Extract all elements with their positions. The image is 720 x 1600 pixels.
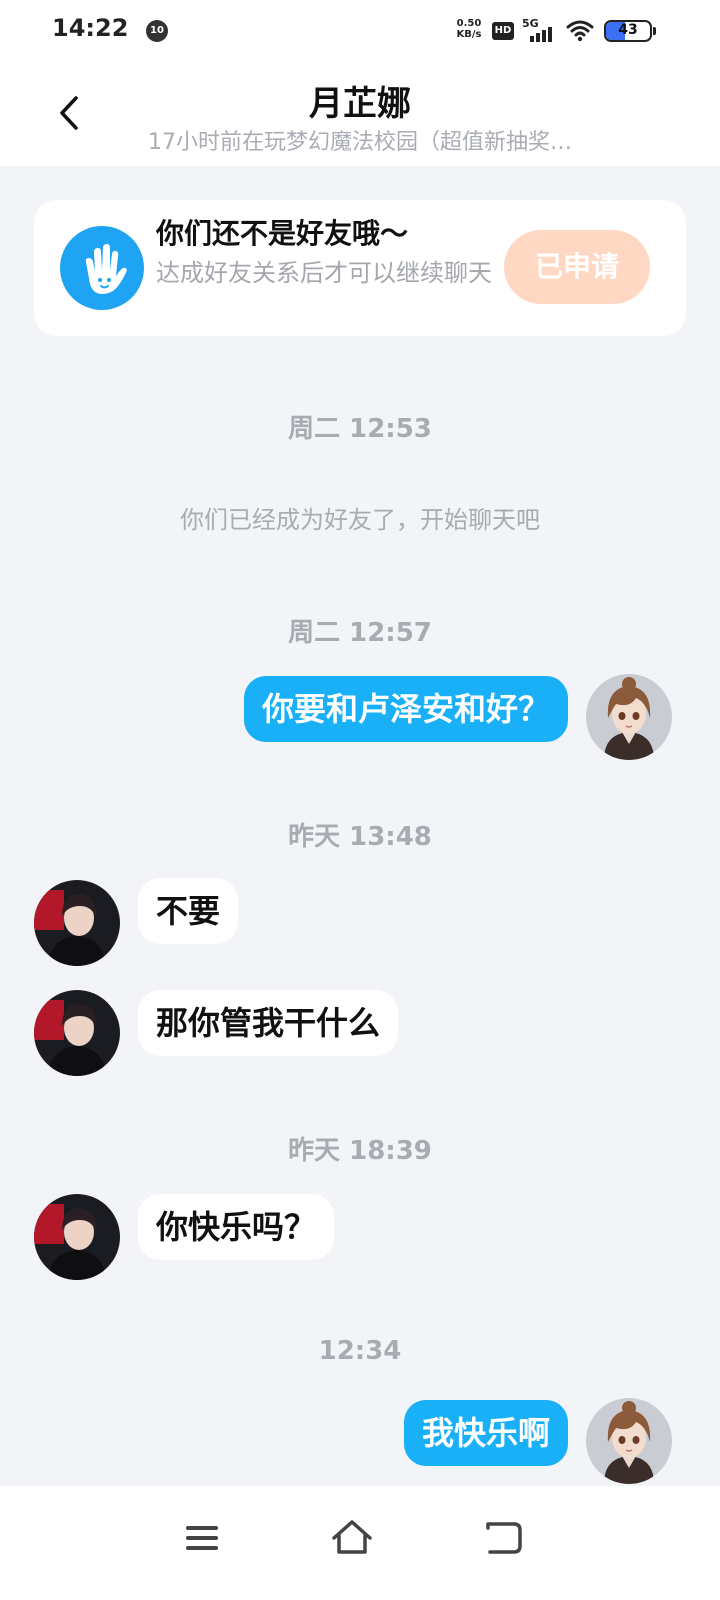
menu-icon[interactable] [172,1508,232,1568]
incoming-message-bubble[interactable]: 你快乐吗？ [138,1194,335,1260]
home-icon[interactable] [322,1508,382,1568]
message-timestamp: 昨天 18:39 [288,1136,432,1166]
outgoing-message-bubble[interactable]: 你要和卢泽安和好？ [243,676,568,742]
hd-icon: HD [492,22,514,40]
back-icon[interactable] [474,1508,534,1568]
contact-avatar[interactable] [34,990,120,1076]
chat-header: 月芷娜 17小时前在玩梦幻魔法校园（超值新抽奖… [0,62,720,166]
my-avatar[interactable] [586,1398,672,1484]
battery-icon: 43 [604,20,652,42]
status-time: 14:22 [52,14,129,42]
banner-title: 你们还不是好友哦～ [156,217,409,250]
network-speed: 0.50 KB/s [452,18,486,40]
message-timestamp: 周二 12:53 [288,414,432,444]
system-navigation-bar [0,1486,720,1600]
my-avatar[interactable] [586,674,672,760]
waving-hand-icon [60,226,144,310]
network-speed-unit: KB/s [456,29,482,40]
message-timestamp: 周二 12:57 [288,618,432,648]
chat-title[interactable]: 月芷娜 [0,76,720,125]
applied-button[interactable]: 已申请 [504,230,650,304]
incoming-message-bubble[interactable]: 不要 [138,878,239,944]
message-timestamp: 12:34 [318,1336,402,1366]
friend-request-banner: 你们还不是好友哦～ 达成好友关系后才可以继续聊天 已申请 [34,200,686,336]
contact-avatar[interactable] [34,1194,120,1280]
network-speed-value: 0.50 [456,18,482,29]
outgoing-message-bubble[interactable]: 我快乐啊 [403,1400,568,1466]
status-bar: 14:22 10 0.50 KB/s HD 5G 43 [0,0,720,62]
battery-tip [653,27,656,35]
chat-subtitle: 17小时前在玩梦幻魔法校园（超值新抽奖… [148,130,572,155]
wifi-icon [566,20,594,42]
battery-percent: 43 [618,22,638,38]
contact-avatar[interactable] [34,880,120,966]
notification-badge: 10 [146,20,168,42]
banner-description: 达成好友关系后才可以继续聊天 [156,259,492,287]
system-message: 你们已经成为好友了，开始聊天吧 [180,506,540,534]
network-label: 5G [522,17,539,30]
message-timestamp: 昨天 13:48 [288,822,432,852]
cellular-signal-icon: 5G [522,17,552,42]
incoming-message-bubble[interactable]: 那你管我干什么 [138,990,399,1056]
